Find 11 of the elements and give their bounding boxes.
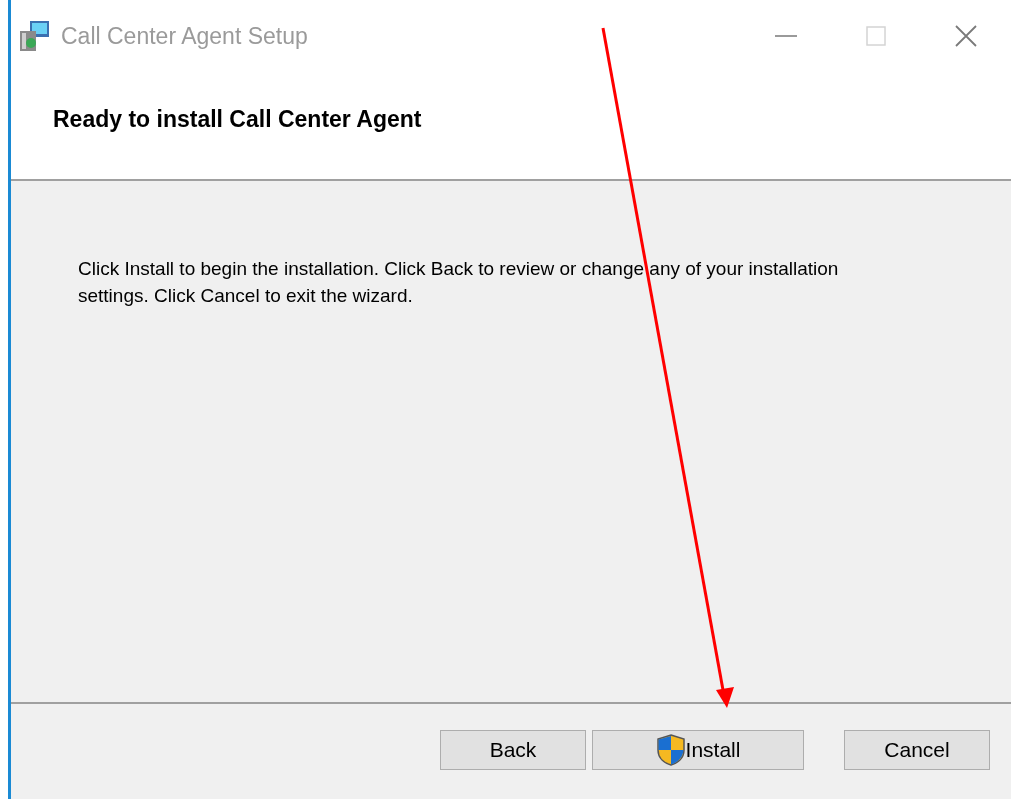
shield-icon [655, 734, 686, 766]
wizard-button[interactable]: Back [440, 730, 586, 770]
maximize-icon [866, 26, 886, 46]
wizard-button[interactable]: Cancel [844, 730, 990, 770]
instructions-text: Click Install to begin the installation. Click Back to review or change any of your installation settings. Click Cancel to exit the wizard. [78, 257, 840, 308]
window-title: Call Center Agent Setup [61, 21, 308, 51]
install-button[interactable]: Install [592, 730, 804, 770]
close-icon [955, 25, 977, 47]
minimize-icon [775, 35, 797, 37]
installer-icon [17, 19, 51, 53]
page-heading: Ready to install Call Center Agent [53, 106, 422, 132]
